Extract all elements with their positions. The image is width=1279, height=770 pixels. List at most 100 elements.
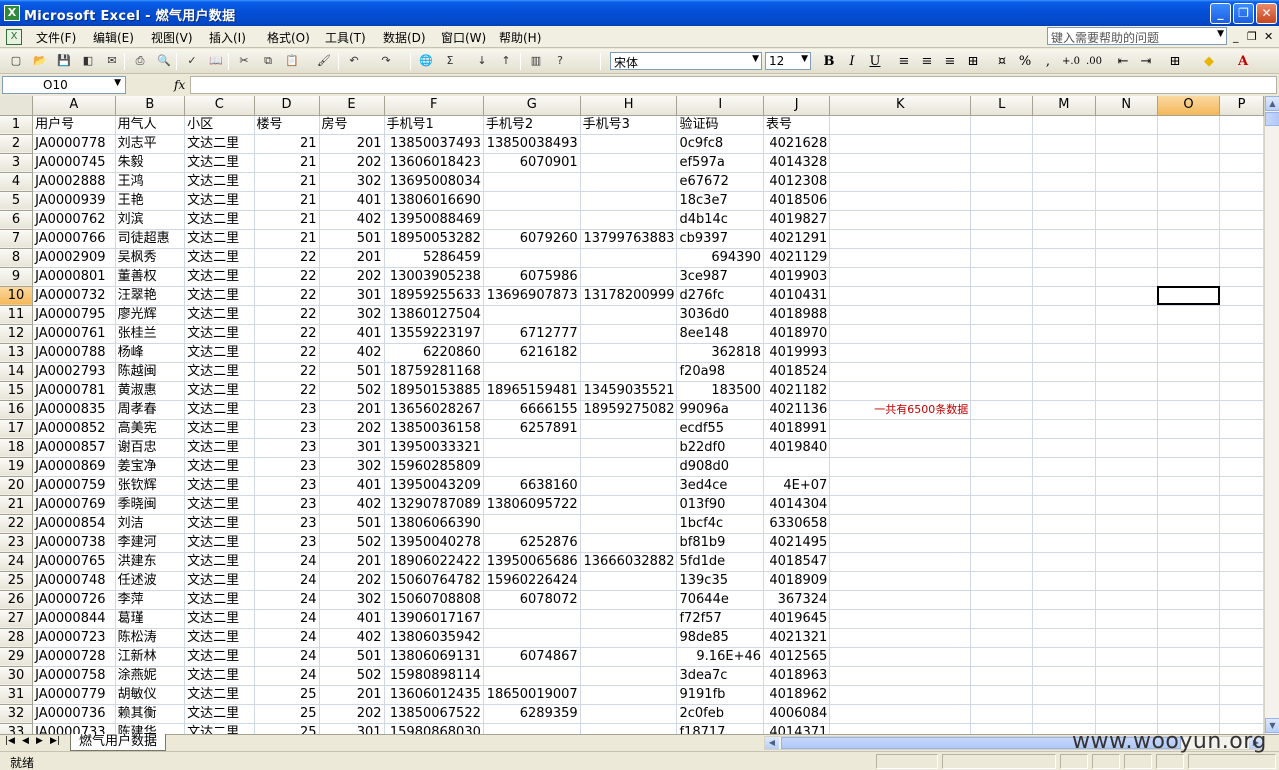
cell-j16[interactable]: 4021136 — [763, 400, 831, 420]
align-left-icon[interactable]: ≡ — [895, 54, 913, 70]
column-header-i[interactable]: I — [676, 96, 764, 116]
cell-h3[interactable] — [580, 153, 678, 173]
cell-n8[interactable] — [1095, 248, 1158, 268]
row-header[interactable]: 3 — [0, 153, 34, 173]
cell-i19[interactable]: d908d0 — [676, 457, 764, 477]
cell-b25[interactable]: 任述波 — [115, 571, 186, 591]
column-header-e[interactable]: E — [319, 96, 385, 116]
cell-g31[interactable]: 18650019007 — [483, 685, 581, 705]
cell-h7[interactable]: 13799763883 — [580, 229, 678, 249]
cell-o3[interactable] — [1157, 153, 1221, 173]
cell-m8[interactable] — [1032, 248, 1096, 268]
column-header-p[interactable]: P — [1219, 96, 1264, 116]
cell-h1[interactable]: 手机号3 — [580, 115, 678, 135]
cell-e8[interactable]: 201 — [319, 248, 385, 268]
cell-k15[interactable] — [829, 381, 972, 401]
cell-m23[interactable] — [1032, 533, 1096, 553]
cell-f23[interactable]: 13950040278 — [384, 533, 484, 553]
cell-f10[interactable]: 18959255633 — [384, 286, 484, 306]
cell-a7[interactable]: JA0000766 — [32, 229, 116, 249]
cell-l14[interactable] — [970, 362, 1034, 382]
cell-a6[interactable]: JA0000762 — [32, 210, 116, 230]
cell-g7[interactable]: 6079260 — [483, 229, 581, 249]
cell-p31[interactable] — [1219, 685, 1264, 705]
cell-c31[interactable]: 文达二里 — [184, 685, 255, 705]
cell-c30[interactable]: 文达二里 — [184, 666, 255, 686]
cell-b15[interactable]: 黄淑惠 — [115, 381, 186, 401]
cell-d31[interactable]: 25 — [254, 685, 320, 705]
cell-e33[interactable]: 301 — [319, 723, 385, 734]
cell-m14[interactable] — [1032, 362, 1096, 382]
cell-l3[interactable] — [970, 153, 1034, 173]
cell-i18[interactable]: b22df0 — [676, 438, 764, 458]
row-header[interactable]: 1 — [0, 115, 34, 135]
cell-g2[interactable]: 13850038493 — [483, 134, 581, 154]
sort-descending-icon[interactable]: ↑ — [498, 53, 514, 69]
cell-n7[interactable] — [1095, 229, 1158, 249]
cell-k31[interactable] — [829, 685, 972, 705]
cell-f33[interactable]: 15980868030 — [384, 723, 484, 734]
cell-k24[interactable] — [829, 552, 972, 572]
sheet-tab[interactable]: 燃气用户数据 — [70, 734, 167, 751]
cell-p29[interactable] — [1219, 647, 1264, 667]
cell-e30[interactable]: 502 — [319, 666, 385, 686]
cell-f15[interactable]: 18950153885 — [384, 381, 484, 401]
cell-f1[interactable]: 手机号1 — [384, 115, 484, 135]
cell-l28[interactable] — [970, 628, 1034, 648]
cell-j20[interactable]: 4E+07 — [763, 476, 831, 496]
cell-g12[interactable]: 6712777 — [483, 324, 581, 344]
cell-j32[interactable]: 4006084 — [763, 704, 831, 724]
cell-l7[interactable] — [970, 229, 1034, 249]
cell-b30[interactable]: 涂燕妮 — [115, 666, 186, 686]
cell-table[interactable]: ABCDEFGHIJKLMNOP 1 用户号 用气人 小区 楼号 房号 手机号1 手机号2 手机… — [0, 96, 1264, 734]
cell-m1[interactable] — [1032, 115, 1096, 135]
cell-m18[interactable] — [1032, 438, 1096, 458]
cell-m27[interactable] — [1032, 609, 1096, 629]
cell-p4[interactable] — [1219, 172, 1264, 192]
cell-o27[interactable] — [1157, 609, 1221, 629]
font-name-select[interactable]: 宋体 ▼ — [610, 52, 762, 70]
cell-f11[interactable]: 13860127504 — [384, 305, 484, 325]
cell-d8[interactable]: 22 — [254, 248, 320, 268]
cell-h4[interactable] — [580, 172, 678, 192]
cell-g16[interactable]: 6666155 — [483, 400, 581, 420]
cell-g18[interactable] — [483, 438, 581, 458]
cell-g28[interactable] — [483, 628, 581, 648]
cell-k27[interactable] — [829, 609, 972, 629]
cell-k18[interactable] — [829, 438, 972, 458]
cell-l25[interactable] — [970, 571, 1034, 591]
increase-decimal-icon[interactable]: +.0 — [1062, 54, 1080, 70]
cell-c33[interactable]: 文达二里 — [184, 723, 255, 734]
cell-c18[interactable]: 文达二里 — [184, 438, 255, 458]
cell-i15[interactable]: 183500 — [676, 381, 764, 401]
formula-input[interactable] — [190, 76, 1277, 94]
cell-g30[interactable] — [483, 666, 581, 686]
cell-b3[interactable]: 朱毅 — [115, 153, 186, 173]
cell-i14[interactable]: f20a98 — [676, 362, 764, 382]
cell-b24[interactable]: 洪建东 — [115, 552, 186, 572]
cell-e4[interactable]: 302 — [319, 172, 385, 192]
cell-i11[interactable]: 3036d0 — [676, 305, 764, 325]
cell-j12[interactable]: 4018970 — [763, 324, 831, 344]
cell-n17[interactable] — [1095, 419, 1158, 439]
next-sheet-icon[interactable]: ▶ — [36, 736, 43, 746]
cell-e15[interactable]: 502 — [319, 381, 385, 401]
cell-j31[interactable]: 4018962 — [763, 685, 831, 705]
underline-button[interactable]: U — [866, 54, 884, 70]
cell-e24[interactable]: 201 — [319, 552, 385, 572]
cell-b8[interactable]: 吴枫秀 — [115, 248, 186, 268]
menu-format[interactable]: 格式(O) — [267, 29, 310, 46]
cell-g33[interactable] — [483, 723, 581, 734]
cell-a20[interactable]: JA0000759 — [32, 476, 116, 496]
cell-o25[interactable] — [1157, 571, 1221, 591]
cell-f28[interactable]: 13806035942 — [384, 628, 484, 648]
cell-i29[interactable]: 9.16E+46 — [676, 647, 764, 667]
cell-i22[interactable]: 1bcf4c — [676, 514, 764, 534]
cell-o18[interactable] — [1157, 438, 1221, 458]
cell-j7[interactable]: 4021291 — [763, 229, 831, 249]
cell-k5[interactable] — [829, 191, 972, 211]
cell-o6[interactable] — [1157, 210, 1221, 230]
row-header[interactable]: 2 — [0, 134, 34, 154]
cell-p27[interactable] — [1219, 609, 1264, 629]
cell-c2[interactable]: 文达二里 — [184, 134, 255, 154]
